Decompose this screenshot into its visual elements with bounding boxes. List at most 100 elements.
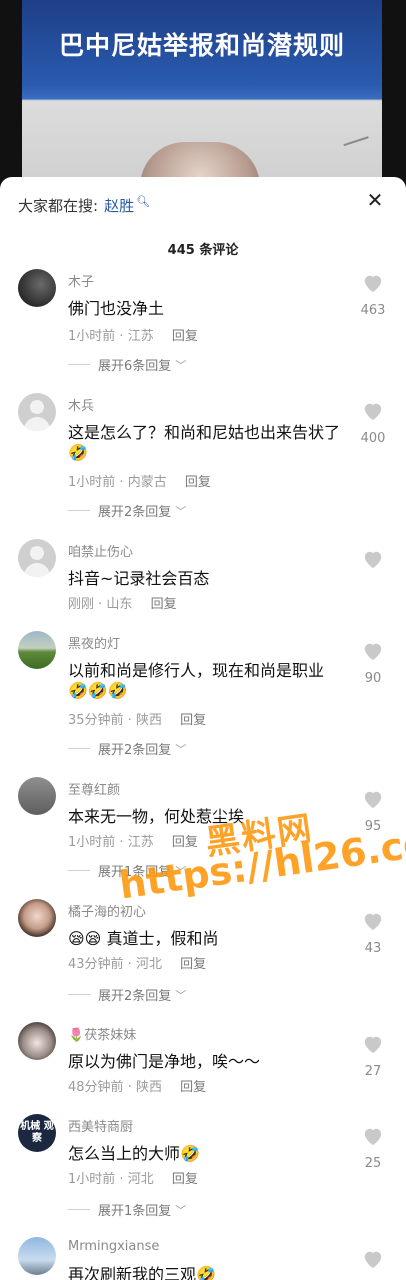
expand-replies[interactable]: 展开6条回复 ﹀: [68, 355, 186, 374]
comment-count: 445 条评论: [167, 243, 239, 258]
heart-icon: [364, 913, 382, 931]
chevron-down-icon: ﹀: [175, 1203, 187, 1217]
chevron-down-icon: ﹀: [175, 988, 187, 1002]
flower-icon: 🌷: [68, 1028, 85, 1043]
comment-time: 43分钟前: [68, 957, 124, 972]
reply-button[interactable]: 回复: [180, 713, 206, 728]
avatar[interactable]: [18, 899, 56, 937]
reply-button[interactable]: 回复: [180, 957, 206, 972]
comment-text: 这是怎么了？和尚和尼姑也出来告状了 🤣: [68, 423, 341, 462]
divider: [68, 870, 90, 871]
comment-username[interactable]: 木子: [68, 271, 94, 290]
like-count: 400: [360, 431, 386, 446]
comment-location: 河北: [127, 1172, 154, 1187]
comment-location: 江苏: [127, 835, 154, 850]
comment-username[interactable]: 黑夜的灯: [68, 633, 120, 652]
emoji: 😪😪: [68, 929, 102, 948]
like-button[interactable]: 400: [356, 401, 390, 446]
comment-meta: 刚刚 · 山东 回复: [68, 597, 177, 612]
expand-replies[interactable]: 展开1条回复 ﹀: [68, 1200, 186, 1219]
avatar[interactable]: [18, 777, 56, 815]
comment-location: 河北: [135, 957, 162, 972]
comment-sheet: 大家都在搜: 赵胜 🔍︎ ✕ 445 条评论 木子 佛门也没净土 1小时前 · …: [0, 177, 406, 1280]
emoji: 🤣: [196, 1265, 216, 1280]
expand-replies[interactable]: 展开2条回复 ﹀: [68, 985, 186, 1004]
comment-username[interactable]: 至尊红颜: [68, 779, 120, 798]
expand-label: 展开2条回复: [98, 743, 172, 758]
heart-icon: [364, 643, 382, 661]
emoji: 🤣: [180, 1144, 200, 1163]
emoji: 🤣🤣🤣: [68, 681, 128, 700]
like-button[interactable]: 27: [356, 1034, 390, 1079]
divider: [68, 364, 90, 365]
search-icon: 🔍︎: [136, 194, 151, 208]
comment-time: 1小时前: [68, 475, 116, 490]
like-button[interactable]: 43: [356, 911, 390, 956]
emoji: 🤣: [68, 443, 88, 462]
comment-location: 内蒙古: [127, 475, 167, 490]
comment-username[interactable]: 木兵: [68, 395, 94, 414]
like-button[interactable]: [356, 549, 390, 569]
comment-location: 陕西: [135, 1080, 162, 1095]
reply-button[interactable]: 回复: [185, 475, 211, 490]
comment-meta: 35分钟前 · 陕西 回复: [68, 713, 207, 728]
comment-location: 山东: [106, 597, 133, 612]
reply-button[interactable]: 回复: [180, 1080, 206, 1095]
like-count: 90: [364, 671, 382, 686]
comment-time: 1小时前: [68, 329, 116, 344]
divider: [68, 748, 90, 749]
comment-username[interactable]: 西美特商厨: [68, 1116, 133, 1135]
search-prefix: 大家都在搜:: [18, 196, 99, 215]
comment-location: 江苏: [127, 329, 154, 344]
avatar[interactable]: [18, 539, 56, 577]
like-count: 27: [364, 1064, 382, 1079]
comment-meta: 1小时前 · 江苏 回复: [68, 835, 198, 850]
expand-replies[interactable]: 展开2条回复 ﹀: [68, 501, 186, 520]
comment-meta: 43分钟前 · 河北 回复: [68, 957, 207, 972]
reply-button[interactable]: 回复: [151, 597, 177, 612]
expand-label: 展开2条回复: [98, 989, 172, 1004]
comment-time: 1小时前: [68, 835, 116, 850]
comment-username[interactable]: 🌷茯茶妹妹: [68, 1024, 136, 1043]
comment-text: 抖音~记录社会百态: [68, 569, 210, 588]
comment-meta: 1小时前 · 内蒙古 回复: [68, 475, 211, 490]
comment-time: 48分钟前: [68, 1080, 124, 1095]
divider: [68, 1209, 90, 1210]
video-title: 巴中尼姑举报和尚潜规则: [58, 31, 345, 60]
expand-label: 展开2条回复: [98, 505, 172, 520]
expand-replies[interactable]: 展开2条回复 ﹀: [68, 739, 186, 758]
like-count: 463: [360, 303, 386, 318]
heart-icon: [364, 1251, 382, 1269]
search-term[interactable]: 赵胜: [104, 195, 134, 216]
comment-username[interactable]: 咱禁止伤心: [68, 541, 133, 560]
like-button[interactable]: 463: [356, 273, 390, 318]
comment-time: 35分钟前: [68, 713, 124, 728]
like-button[interactable]: [356, 1249, 390, 1269]
avatar[interactable]: [18, 393, 56, 431]
comment-meta: 48分钟前 · 陕西 回复: [68, 1080, 207, 1095]
chevron-down-icon: ﹀: [175, 504, 187, 518]
expand-label: 展开6条回复: [98, 359, 172, 374]
comment-username[interactable]: Mrmingxianse: [68, 1239, 159, 1254]
comment-meta: 1小时前 · 江苏 回复: [68, 329, 198, 344]
avatar[interactable]: [18, 1237, 56, 1275]
reply-button[interactable]: 回复: [172, 1172, 198, 1187]
comment-text: 原以为佛门是净地，唉～～: [68, 1052, 261, 1071]
avatar[interactable]: 机械 观察: [18, 1114, 56, 1152]
video-player[interactable]: 巴中尼姑举报和尚潜规则: [0, 0, 406, 190]
reply-button[interactable]: 回复: [172, 329, 198, 344]
close-icon[interactable]: ✕: [364, 189, 386, 211]
heart-icon: [364, 791, 382, 809]
like-button[interactable]: 90: [356, 641, 390, 686]
comment-time: 刚刚: [68, 597, 95, 612]
avatar[interactable]: [18, 269, 56, 307]
reply-button[interactable]: 回复: [172, 835, 198, 850]
chevron-down-icon: ﹀: [175, 742, 187, 756]
search-suggestion[interactable]: 大家都在搜: 赵胜 🔍︎: [18, 195, 150, 215]
avatar[interactable]: [18, 1022, 56, 1060]
comment-text: 再次刷新我的三观🤣: [68, 1261, 216, 1280]
avatar[interactable]: [18, 631, 56, 669]
like-count: 25: [364, 1156, 382, 1171]
heart-icon: [364, 1036, 382, 1054]
like-button[interactable]: 25: [356, 1126, 390, 1171]
